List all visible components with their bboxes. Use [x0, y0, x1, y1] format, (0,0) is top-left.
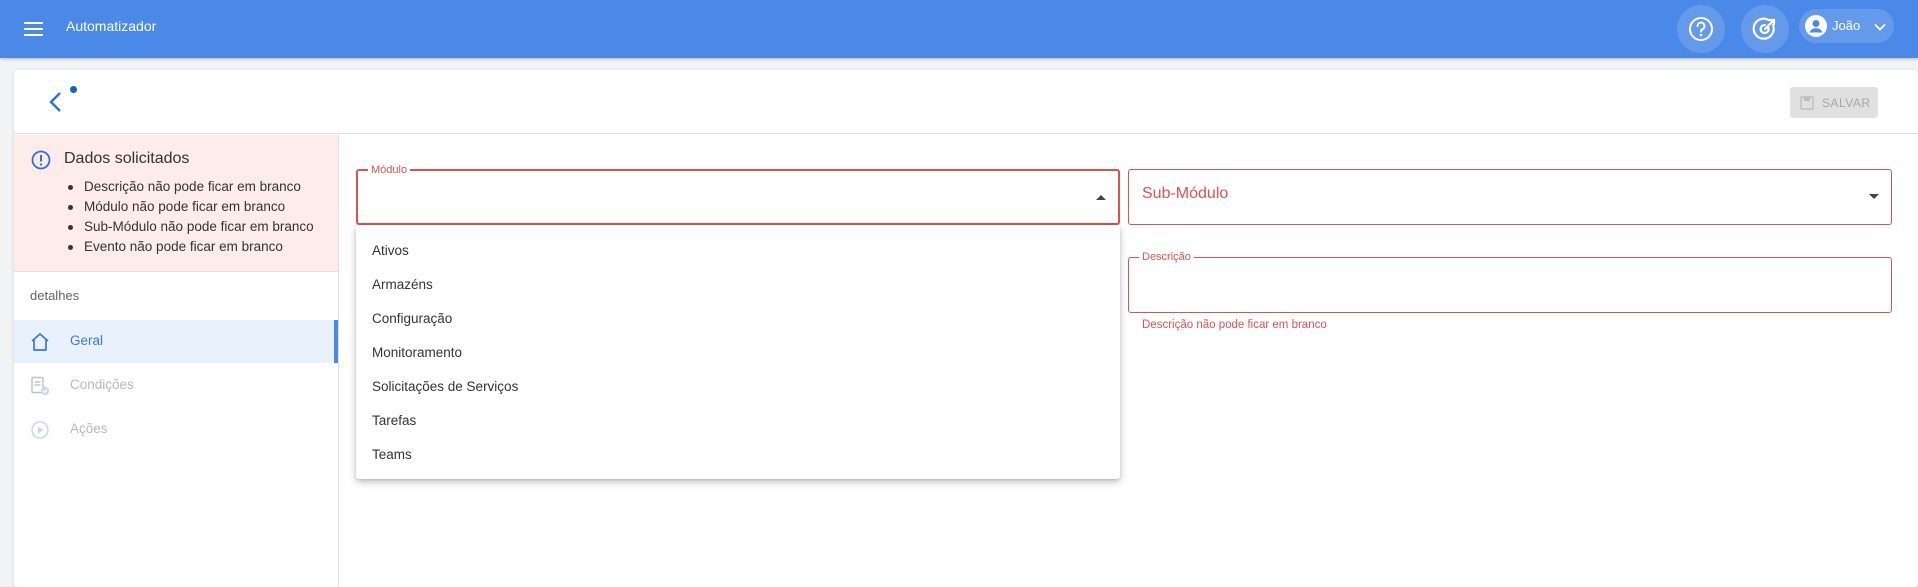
dropdown-option[interactable]: Configuração — [356, 301, 1120, 335]
save-icon — [1800, 96, 1814, 110]
sidebar-item-label: Ações — [70, 421, 108, 436]
option-label: Armazéns — [372, 277, 433, 292]
sub-modulo-label: Sub-Módulo — [1142, 185, 1229, 202]
sub-modulo-select[interactable]: Sub-Módulo — [1128, 169, 1892, 225]
option-label: Teams — [372, 447, 412, 462]
home-icon — [31, 333, 49, 351]
alert-circle-icon — [31, 150, 51, 170]
save-label: SALVAR — [1822, 96, 1871, 110]
modulo-select[interactable]: Módulo — [356, 163, 1120, 225]
validation-title: Dados solicitados — [64, 150, 190, 167]
dropdown-option[interactable]: Tarefas — [356, 403, 1120, 437]
caret-up-icon — [1096, 195, 1106, 200]
sidebar-item-label: Condições — [70, 377, 134, 392]
sidebar-item-label: Geral — [70, 333, 104, 348]
user-name: João — [1832, 18, 1861, 33]
help-button[interactable] — [1677, 5, 1725, 53]
descricao-error: Descrição não pode ficar em branco — [1142, 319, 1327, 331]
target-button[interactable] — [1741, 5, 1789, 53]
chevron-down-icon — [1874, 23, 1886, 31]
sidebar-item-acoes[interactable]: Ações — [14, 408, 338, 451]
sidebar-item-geral[interactable]: Geral — [14, 320, 338, 363]
user-menu-button[interactable]: João — [1799, 9, 1894, 43]
option-label: Monitoramento — [372, 345, 463, 360]
validation-list: Descrição não pode ficar em branco Módul… — [64, 177, 314, 257]
back-button[interactable] — [44, 90, 68, 114]
section-label: detalhes — [30, 288, 80, 303]
option-label: Ativos — [372, 243, 409, 258]
menu-icon[interactable] — [21, 16, 47, 42]
dropdown-option[interactable]: Armazéns — [356, 267, 1120, 301]
sidebar-item-condicoes[interactable]: Condições — [14, 364, 338, 407]
validation-summary: Dados solicitados Descrição não pode fic… — [14, 135, 338, 272]
dropdown-option[interactable]: Ativos — [356, 233, 1120, 267]
dropdown-option[interactable]: Teams — [356, 437, 1120, 471]
conditions-icon — [31, 376, 50, 396]
option-label: Tarefas — [372, 413, 417, 428]
left-panel: Dados solicitados Descrição não pode fic… — [14, 135, 339, 587]
top-app-bar: Automatizador João — [0, 0, 1918, 58]
option-label: Configuração — [372, 311, 453, 326]
chevron-left-icon — [49, 92, 61, 112]
dropdown-option[interactable]: Solicitações de Serviços — [356, 369, 1120, 403]
validation-item: Sub-Módulo não pode ficar em branco — [64, 217, 314, 237]
option-label: Solicitações de Serviços — [372, 379, 519, 394]
save-button[interactable]: SALVAR — [1790, 87, 1878, 118]
modulo-dropdown-menu: Ativos Armazéns Configuração Monitoramen… — [356, 225, 1120, 479]
caret-down-icon — [1869, 194, 1879, 199]
descricao-input[interactable] — [1129, 258, 1891, 312]
unsaved-indicator — [70, 86, 77, 93]
play-circle-icon — [31, 421, 49, 439]
validation-item: Descrição não pode ficar em branco — [64, 177, 314, 197]
app-title: Automatizador — [66, 18, 157, 34]
dropdown-option[interactable]: Monitoramento — [356, 335, 1120, 369]
descricao-field[interactable]: Descrição — [1128, 250, 1892, 313]
validation-item: Evento não pode ficar em branco — [64, 237, 314, 257]
account-icon — [1805, 15, 1827, 37]
validation-item: Módulo não pode ficar em branco — [64, 197, 314, 217]
target-icon — [1752, 17, 1776, 40]
card-header: SALVAR — [14, 70, 1918, 134]
help-circle-icon — [1689, 17, 1713, 41]
modulo-label: Módulo — [368, 163, 411, 177]
